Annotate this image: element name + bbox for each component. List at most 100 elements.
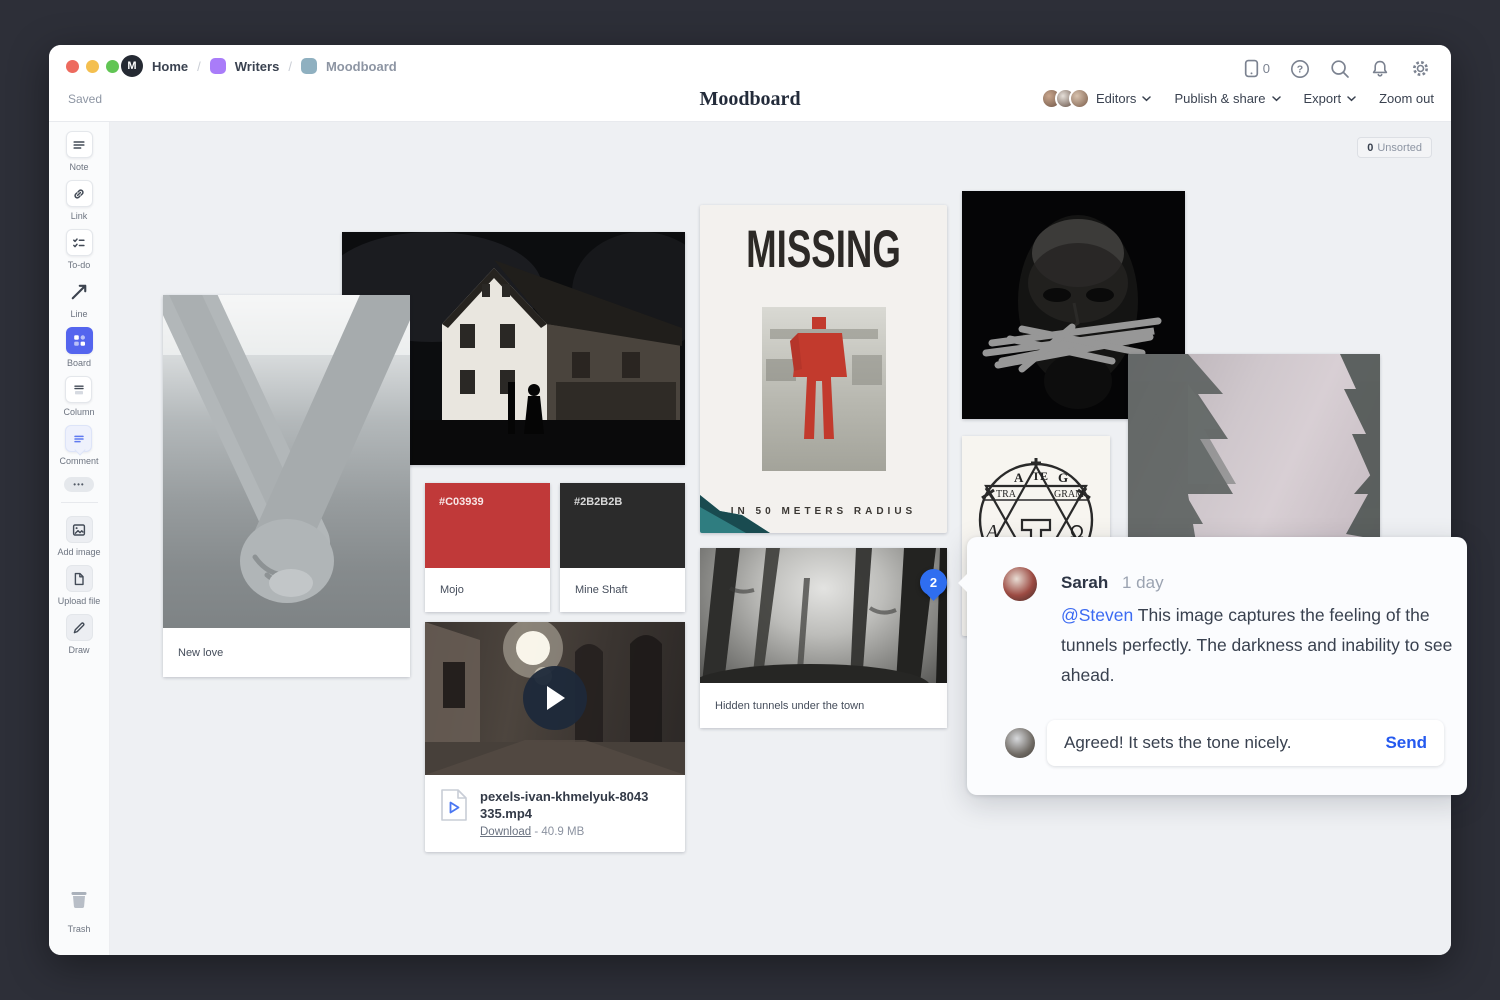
play-button[interactable] xyxy=(523,666,587,730)
tool-label: Link xyxy=(71,211,88,221)
export-menu[interactable]: Export xyxy=(1304,91,1357,106)
caption-text: Mojo xyxy=(440,584,464,596)
zoom-out-label: Zoom out xyxy=(1379,91,1434,106)
tool-link[interactable]: Link xyxy=(66,180,93,221)
header-actions: Editors Publish & share Export Zoom out xyxy=(1041,88,1434,109)
comment-count: 2 xyxy=(930,575,937,590)
device-preview-button[interactable]: 0 xyxy=(1244,59,1270,78)
chevron-down-icon xyxy=(1142,96,1151,102)
video-file-icon xyxy=(440,788,468,822)
svg-text:G: G xyxy=(1058,470,1068,485)
swatch-name: Mine Shaft xyxy=(560,568,685,612)
unsorted-badge[interactable]: 0 Unsorted xyxy=(1357,137,1432,158)
swatch-name: Mojo xyxy=(425,568,550,612)
app-window: M Home / Writers / Moodboard 0 ? xyxy=(49,45,1451,955)
tool-label: Line xyxy=(70,309,87,319)
video-card[interactable]: pexels-ivan-khmelyuk-8043335.mp4 Downloa… xyxy=(425,622,685,852)
chevron-down-icon xyxy=(1272,96,1281,102)
svg-text:?: ? xyxy=(1297,63,1303,75)
add-image-icon xyxy=(66,516,93,543)
caption-text: Hidden tunnels under the town xyxy=(715,700,864,712)
tool-label: Note xyxy=(69,162,88,172)
phone-icon xyxy=(1244,59,1259,78)
image-card-missing-poster[interactable]: MISSING IN 50 METERS RADIUS xyxy=(700,205,947,533)
tool-upload-file[interactable]: Upload file xyxy=(58,565,101,606)
editors-menu[interactable]: Editors xyxy=(1041,88,1151,109)
tool-column[interactable]: Column xyxy=(63,376,94,417)
poster-title-text: MISSING xyxy=(727,218,920,280)
color-swatch-mine-shaft[interactable]: #2B2B2B Mine Shaft xyxy=(560,483,685,612)
draw-pencil-icon xyxy=(66,614,93,641)
breadcrumb-writers[interactable]: Writers xyxy=(235,59,280,74)
header-icons: 0 ? xyxy=(1244,58,1431,79)
tool-label: Comment xyxy=(59,456,98,466)
mention-link[interactable]: @Steven xyxy=(1061,605,1133,625)
comment-author: Sarah xyxy=(1061,573,1108,592)
video-info: pexels-ivan-khmelyuk-8043335.mp4 Downloa… xyxy=(425,775,685,851)
tool-todo[interactable]: To-do xyxy=(66,229,93,270)
export-label: Export xyxy=(1304,91,1342,106)
publish-share-label: Publish & share xyxy=(1174,91,1265,106)
help-button[interactable]: ? xyxy=(1290,59,1310,79)
comment-body: @Steven This image captures the feeling … xyxy=(1061,600,1453,690)
moodboard-board-icon xyxy=(301,58,317,74)
file-size: 40.9 MB xyxy=(541,826,584,838)
tool-label: Add image xyxy=(57,547,100,557)
tool-draw[interactable]: Draw xyxy=(66,614,93,655)
image-card-hands[interactable]: New love xyxy=(163,295,410,677)
more-tools-button[interactable]: ••• xyxy=(64,477,94,492)
notifications-button[interactable] xyxy=(1370,59,1390,79)
comment-icon xyxy=(65,425,92,452)
tool-label: Upload file xyxy=(58,596,101,606)
maximize-button[interactable] xyxy=(106,60,119,73)
settings-button[interactable] xyxy=(1410,58,1431,79)
close-button[interactable] xyxy=(66,60,79,73)
svg-text:TRA: TRA xyxy=(996,489,1017,500)
tool-add-image[interactable]: Add image xyxy=(57,516,100,557)
caption-text: New love xyxy=(178,647,223,659)
avatar xyxy=(1069,88,1090,109)
window-controls xyxy=(66,60,119,73)
gear-icon xyxy=(1410,58,1431,79)
breadcrumb-separator: / xyxy=(197,59,201,74)
svg-text:TE: TE xyxy=(1032,469,1048,483)
header: M Home / Writers / Moodboard 0 ? xyxy=(49,45,1451,122)
bell-icon xyxy=(1370,59,1390,79)
trash-icon xyxy=(64,885,94,920)
unsorted-label: Unsorted xyxy=(1377,142,1422,154)
comment-pin[interactable]: 2 xyxy=(920,569,947,596)
publish-share-menu[interactable]: Publish & share xyxy=(1174,91,1280,106)
tool-comment[interactable]: Comment xyxy=(59,425,98,466)
foggy-forest-image xyxy=(1128,354,1380,554)
reply-input[interactable]: Agreed! It sets the tone nicely. Send xyxy=(1047,720,1444,766)
search-button[interactable] xyxy=(1330,59,1350,79)
toolbar-sidebar: Note Link To-do Line xyxy=(49,122,110,955)
image-card-tunnels[interactable]: Hidden tunnels under the town xyxy=(700,548,947,728)
video-thumbnail xyxy=(425,622,685,775)
tunnels-image xyxy=(700,548,947,683)
play-icon xyxy=(544,685,566,711)
svg-text:A: A xyxy=(1014,470,1024,485)
video-filename: pexels-ivan-khmelyuk-8043335.mp4 xyxy=(480,788,650,822)
unsorted-count: 0 xyxy=(1367,142,1373,154)
trash-dropzone[interactable]: Trash xyxy=(64,885,94,934)
tool-note[interactable]: Note xyxy=(66,131,93,172)
milanote-logo-icon[interactable]: M xyxy=(121,55,143,77)
reply-text: Agreed! It sets the tone nicely. xyxy=(1064,733,1291,753)
color-swatch-mojo[interactable]: #C03939 Mojo xyxy=(425,483,550,612)
send-button[interactable]: Send xyxy=(1385,733,1427,753)
note-icon xyxy=(66,131,93,158)
breadcrumb-home[interactable]: Home xyxy=(152,59,188,74)
caption-text: Mine Shaft xyxy=(575,584,628,596)
download-link[interactable]: Download xyxy=(480,826,531,838)
editor-avatars[interactable] xyxy=(1041,88,1090,109)
writers-board-icon xyxy=(210,58,226,74)
sarah-avatar xyxy=(1003,567,1037,601)
minimize-button[interactable] xyxy=(86,60,99,73)
breadcrumb-current[interactable]: Moodboard xyxy=(326,59,397,74)
link-icon xyxy=(66,180,93,207)
tool-board[interactable]: Board xyxy=(66,327,93,368)
zoom-out-button[interactable]: Zoom out xyxy=(1379,91,1434,106)
tool-line[interactable]: Line xyxy=(66,278,93,319)
image-card-foggy-forest[interactable] xyxy=(1128,354,1380,554)
